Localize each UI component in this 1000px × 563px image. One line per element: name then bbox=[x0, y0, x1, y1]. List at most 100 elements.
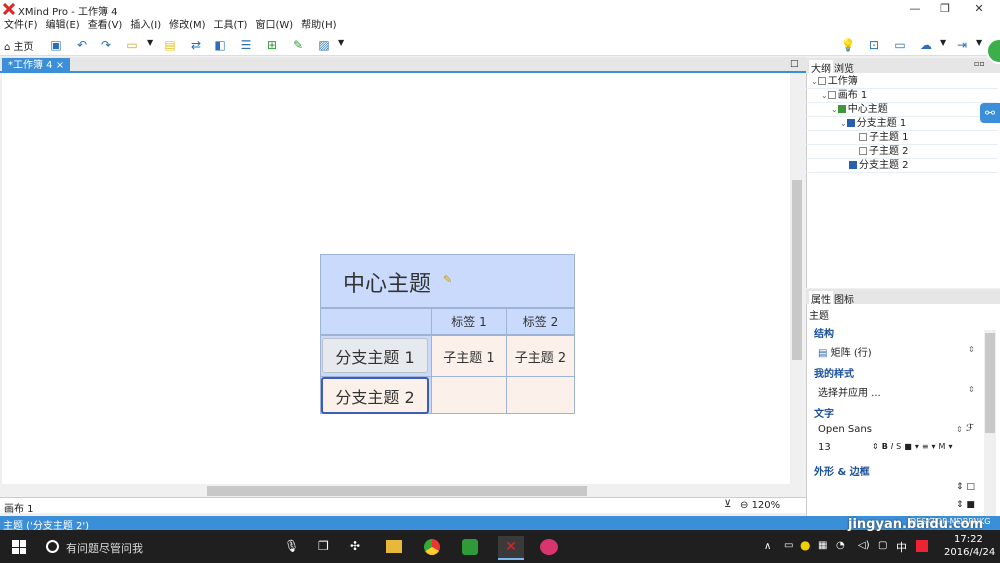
chevron-down-icon[interactable]: ⌄ bbox=[811, 77, 818, 86]
close-tab-icon[interactable]: × bbox=[56, 60, 64, 71]
undo-icon[interactable]: ↶ bbox=[74, 37, 90, 53]
subtopic-2-cell[interactable]: 子主题 2 bbox=[506, 335, 575, 377]
menu-modify[interactable]: 修改(M) bbox=[165, 18, 209, 34]
spinner-icon[interactable]: ⇕ bbox=[968, 385, 975, 394]
note-icon[interactable]: ✎ bbox=[290, 37, 306, 53]
menu-view[interactable]: 查看(V) bbox=[84, 18, 127, 34]
chrome-icon[interactable] bbox=[424, 539, 440, 555]
maximize-editor-icon[interactable]: □ bbox=[790, 59, 799, 69]
xmind-taskbar-icon[interactable]: ✕ bbox=[498, 536, 524, 560]
cortana-icon[interactable] bbox=[46, 540, 59, 553]
label-1-header[interactable]: 标签 1 bbox=[431, 308, 507, 335]
export-dropdown-icon[interactable]: ▼ bbox=[976, 38, 982, 47]
callout-icon[interactable]: ▤ bbox=[162, 37, 178, 53]
boundary-icon[interactable]: ◧ bbox=[212, 37, 228, 53]
lightbulb-icon[interactable]: 💡 bbox=[840, 37, 856, 53]
close-button[interactable]: ✕ bbox=[962, 0, 996, 18]
style-select[interactable]: 选择并应用 ... bbox=[818, 384, 881, 399]
menu-help[interactable]: 帮助(H) bbox=[297, 18, 340, 34]
save-icon[interactable]: ▣ bbox=[48, 37, 64, 53]
subtopic-1-cell[interactable]: 子主题 1 bbox=[431, 335, 507, 377]
share-dropdown-icon[interactable]: ▼ bbox=[940, 38, 946, 47]
branch-topic-1[interactable]: 分支主题 1 bbox=[322, 338, 428, 373]
sogou-icon[interactable] bbox=[916, 540, 928, 552]
tray-app-icon[interactable]: ● bbox=[800, 538, 810, 552]
empty-cell-2[interactable] bbox=[506, 376, 575, 414]
central-topic[interactable]: 中心主题 ✎ bbox=[320, 254, 575, 308]
filter-icon[interactable]: ⊻ bbox=[724, 499, 731, 510]
export-icon[interactable]: ⇥ bbox=[954, 37, 970, 53]
chevron-down-icon[interactable]: ⌄ bbox=[840, 119, 847, 128]
outline-row[interactable]: ⌄ 画布 1 bbox=[806, 89, 998, 103]
tray-message-icon[interactable]: ▢ bbox=[878, 540, 887, 551]
spinner-icon[interactable]: ⇕ bbox=[956, 425, 963, 434]
clock-date[interactable]: 2016/4/24 bbox=[944, 547, 995, 558]
image-dropdown-icon[interactable]: ▼ bbox=[338, 38, 344, 47]
topic-dropdown-icon[interactable]: ▼ bbox=[147, 38, 153, 47]
outline-row[interactable]: ⌄ 分支主题 1 bbox=[806, 117, 998, 131]
microphone-icon[interactable]: 🎙 bbox=[284, 539, 299, 553]
share-icon[interactable]: ☁ bbox=[918, 37, 934, 53]
link-share-icon[interactable]: ⚯ bbox=[980, 103, 1000, 123]
font-picker-icon[interactable]: ℱ bbox=[966, 423, 974, 434]
ime-indicator[interactable]: 中 bbox=[896, 539, 907, 555]
tab-browse[interactable]: 浏览 bbox=[834, 60, 854, 75]
shape-fill-control[interactable]: ⇕ □ bbox=[956, 482, 975, 492]
menu-window[interactable]: 窗口(W) bbox=[251, 18, 297, 34]
tab-workbook-4[interactable]: *工作簿 4 × bbox=[2, 58, 71, 73]
tray-battery-icon[interactable]: ▭ bbox=[784, 540, 793, 551]
tray-chevron-icon[interactable]: ∧ bbox=[764, 541, 771, 552]
menu-file[interactable]: 文件(F) bbox=[0, 18, 42, 34]
menu-insert[interactable]: 插入(I) bbox=[126, 18, 165, 34]
font-select[interactable]: Open Sans bbox=[818, 424, 872, 435]
task-view-icon[interactable]: ❐ bbox=[318, 539, 329, 553]
search-box[interactable]: 有问题尽管问我 bbox=[66, 540, 143, 556]
presentation-icon[interactable]: ⊡ bbox=[866, 37, 882, 53]
image-icon[interactable]: ▨ bbox=[316, 37, 332, 53]
summary-icon[interactable]: ☰ bbox=[238, 37, 254, 53]
maximize-button[interactable]: ❐ bbox=[928, 0, 962, 18]
marker-icon[interactable]: ⊞ bbox=[264, 37, 280, 53]
relationship-icon[interactable]: ⇄ bbox=[188, 37, 204, 53]
screen-icon[interactable]: ▭ bbox=[892, 37, 908, 53]
chevron-down-icon[interactable]: ⌄ bbox=[821, 91, 828, 100]
label-2-header[interactable]: 标签 2 bbox=[506, 308, 575, 335]
tray-grid-icon[interactable]: ▦ bbox=[818, 540, 827, 551]
file-explorer-icon[interactable] bbox=[386, 540, 402, 553]
structure-select[interactable]: ▤ 矩阵 (行) bbox=[818, 344, 872, 359]
outline-row[interactable]: 子主题 2 bbox=[806, 145, 998, 159]
panel-menu-icon[interactable]: ▫▫ bbox=[974, 59, 985, 68]
home-button[interactable]: ⌂ 主页 bbox=[4, 38, 34, 53]
font-size-select[interactable]: 13 bbox=[818, 442, 831, 453]
tray-volume-icon[interactable]: ◁) bbox=[858, 540, 870, 551]
fan-icon[interactable]: ✣ bbox=[350, 539, 360, 553]
chevron-down-icon[interactable]: ⌄ bbox=[831, 105, 838, 114]
tab-properties[interactable]: 属性 bbox=[809, 291, 833, 306]
outline-row[interactable]: ⌄ 中心主题 bbox=[806, 103, 998, 117]
sheet-tab[interactable]: 画布 1 bbox=[4, 500, 34, 515]
properties-scroll-thumb[interactable] bbox=[985, 333, 995, 433]
outline-row[interactable]: 分支主题 2 bbox=[806, 159, 998, 173]
text-format-controls[interactable]: ⇕BIS■▾≡▾M▾ bbox=[872, 442, 955, 451]
evernote-icon[interactable] bbox=[462, 539, 478, 555]
zoom-level[interactable]: ⊖ 120% bbox=[740, 500, 780, 511]
outline-row[interactable]: 子主题 1 bbox=[806, 131, 998, 145]
clock-time[interactable]: 17:22 bbox=[954, 534, 983, 545]
app-taskbar-icon[interactable] bbox=[540, 539, 558, 555]
redo-icon[interactable]: ↷ bbox=[98, 37, 114, 53]
outline-row[interactable]: ⌄ 工作簿 bbox=[806, 75, 998, 89]
border-color-control[interactable]: ⇕ ■ bbox=[956, 500, 975, 510]
minimize-button[interactable]: — bbox=[898, 0, 932, 18]
windows-start-icon[interactable] bbox=[12, 540, 26, 554]
tray-network-icon[interactable]: ◔ bbox=[836, 540, 845, 551]
topic-icon[interactable]: ▭ bbox=[124, 37, 140, 53]
tab-outline[interactable]: 大纲 bbox=[809, 60, 833, 75]
tab-icons[interactable]: 图标 bbox=[834, 291, 854, 306]
vertical-scroll-thumb[interactable] bbox=[792, 180, 802, 360]
spinner-icon[interactable]: ⇕ bbox=[968, 345, 975, 354]
empty-cell-1[interactable] bbox=[431, 376, 507, 414]
horizontal-scroll-thumb[interactable] bbox=[207, 486, 587, 496]
menu-edit[interactable]: 编辑(E) bbox=[42, 18, 84, 34]
branch-topic-2[interactable]: 分支主题 2 bbox=[321, 377, 429, 414]
menu-tools[interactable]: 工具(T) bbox=[210, 18, 252, 34]
